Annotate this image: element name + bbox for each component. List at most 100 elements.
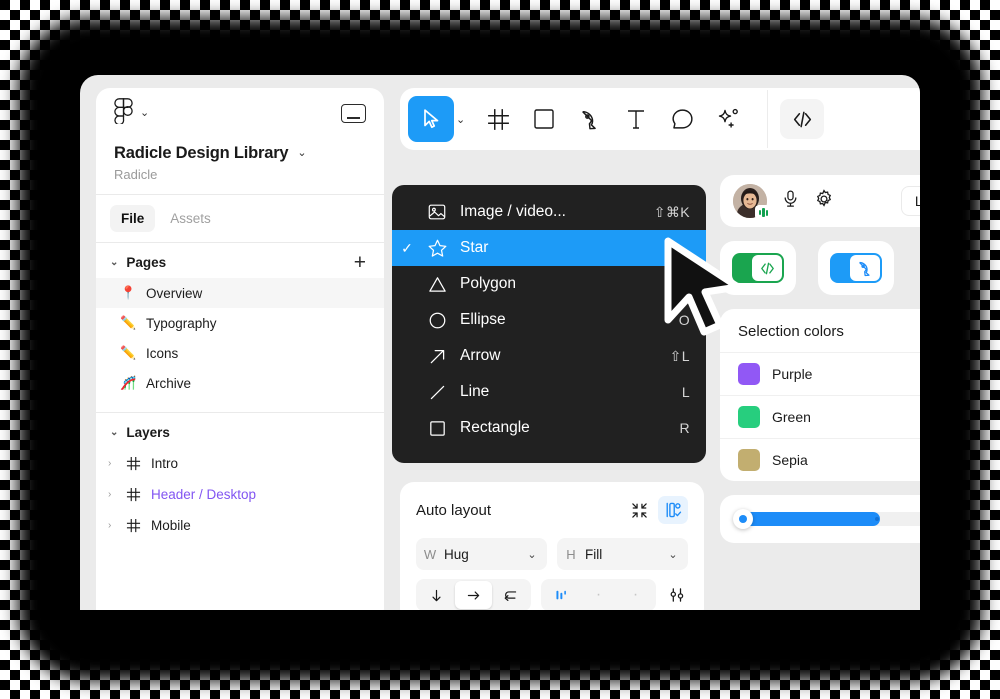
opacity-slider[interactable] — [733, 509, 920, 529]
sidebar-item-typography[interactable]: ✏️ Typography — [96, 308, 384, 338]
arrow-down-icon[interactable] — [418, 581, 455, 609]
sliders-icon[interactable] — [666, 581, 688, 609]
dev-mode-switch[interactable] — [720, 241, 796, 295]
chevron-down-icon: ⌄ — [297, 147, 307, 159]
actions-tool[interactable] — [705, 96, 751, 142]
menu-item-label: Rectangle — [460, 419, 530, 436]
sidebar-item-archive[interactable]: 🎢 Archive — [96, 368, 384, 398]
align-dot-icon[interactable]: · — [580, 581, 617, 609]
wrap-icon[interactable] — [492, 581, 529, 609]
page-label: Archive — [146, 375, 192, 391]
pencil-icon: ✏️ — [120, 345, 137, 360]
pages-section-header: ⌄ Pages + — [96, 243, 384, 278]
design-mode-switch[interactable] — [818, 241, 894, 295]
sidebar-item-overview[interactable]: 📍 Overview — [96, 278, 384, 308]
color-swatch[interactable] — [738, 363, 760, 385]
layer-label: Intro — [151, 456, 179, 471]
menu-item-shortcut: O — [678, 312, 690, 328]
color-row-green[interactable]: Green — [720, 395, 920, 438]
layer-row-intro[interactable]: › Intro — [96, 448, 384, 479]
frame-tool[interactable] — [475, 96, 521, 142]
menu-item-shortcut: R — [679, 420, 690, 436]
arrow-right-icon[interactable] — [455, 581, 492, 609]
height-field[interactable]: H Fill ⌄ — [557, 538, 688, 570]
avatar[interactable] — [733, 184, 772, 220]
width-field[interactable]: W Hug ⌄ — [416, 538, 547, 570]
leave-button[interactable]: Leave — [900, 186, 920, 216]
height-value: Fill — [585, 546, 603, 562]
sidebar-item-icons[interactable]: ✏️ Icons — [96, 338, 384, 368]
chevron-down-icon[interactable]: ⌄ — [110, 257, 118, 268]
code-brackets-icon — [752, 255, 782, 281]
slider-pip — [874, 517, 879, 521]
minimize-window-icon[interactable] — [341, 103, 366, 123]
chevron-down-icon[interactable]: ⌄ — [658, 548, 688, 561]
frame-hash-icon — [126, 487, 141, 502]
menu-item-shortcut: L — [681, 384, 690, 400]
auto-layout-title: Auto layout — [416, 501, 492, 519]
figma-logo-button[interactable]: ⌄ — [114, 97, 150, 129]
layer-row-mobile[interactable]: › Mobile — [96, 510, 384, 541]
presence-bar: Leave — [720, 175, 920, 227]
menu-item-ellipse[interactable]: Ellipse O — [392, 302, 706, 338]
file-name: Radicle Design Library — [114, 144, 289, 162]
mode-toggles — [720, 241, 920, 295]
gear-icon[interactable] — [814, 188, 834, 214]
chevron-right-icon[interactable]: › — [108, 458, 116, 469]
menu-item-label: Ellipse — [460, 311, 506, 328]
selection-colors-panel: Selection colors Purple Green Sepia — [720, 309, 920, 481]
menu-item-shortcut: ⇧L — [669, 347, 690, 364]
add-page-button[interactable]: + — [354, 252, 366, 273]
layout-settings-icon[interactable] — [658, 496, 688, 524]
menu-item-image-video[interactable]: Image / video... ⇧⌘K — [392, 194, 706, 230]
color-row-purple[interactable]: Purple — [720, 352, 920, 395]
chevron-down-icon[interactable]: ⌄ — [110, 427, 118, 438]
color-row-sepia[interactable]: Sepia — [720, 438, 920, 481]
alignment-segmented-control: · · — [541, 579, 656, 610]
page-label: Overview — [146, 285, 203, 301]
collapse-arrows-icon[interactable] — [624, 496, 654, 524]
chevron-down-icon[interactable]: ⌄ — [517, 548, 547, 561]
figma-logo-caret: ⌄ — [140, 106, 150, 119]
color-swatch[interactable] — [738, 406, 760, 428]
width-value: Hug — [444, 546, 469, 562]
width-key: W — [423, 546, 437, 562]
color-swatch[interactable] — [738, 449, 760, 471]
menu-item-arrow[interactable]: Arrow ⇧L — [392, 338, 706, 374]
audio-waveform-badge — [755, 205, 772, 220]
shape-tool[interactable] — [521, 96, 567, 142]
star-icon — [422, 238, 452, 259]
height-key: H — [566, 546, 576, 562]
microphone-icon[interactable] — [781, 189, 800, 213]
dev-mode-toggle[interactable] — [780, 99, 825, 139]
move-tool[interactable] — [408, 96, 454, 142]
comment-tool[interactable] — [659, 96, 705, 142]
tab-assets[interactable]: Assets — [159, 205, 222, 232]
align-distribute-icon[interactable] — [543, 581, 580, 609]
menu-item-line[interactable]: Line L — [392, 374, 706, 410]
figma-app-window: ⌄ Radicle Design Library ⌄ Radicle File … — [80, 75, 920, 610]
file-title-row[interactable]: Radicle Design Library ⌄ — [114, 144, 366, 163]
arrow-icon — [422, 346, 452, 367]
sidebar-header: ⌄ Radicle Design Library ⌄ Radicle — [96, 88, 384, 194]
slider-handle[interactable] — [733, 509, 753, 529]
main-toolbar: ⌄ — [400, 88, 920, 150]
tab-file[interactable]: File — [110, 205, 156, 232]
chevron-down-icon[interactable]: ⌄ — [456, 113, 465, 126]
color-label: Green — [772, 409, 811, 425]
menu-item-label: Image / video... — [460, 203, 566, 220]
chevron-right-icon[interactable]: › — [108, 520, 116, 531]
layer-row-header-desktop[interactable]: › Header / Desktop — [96, 479, 384, 510]
text-tool[interactable] — [613, 96, 659, 142]
menu-item-star[interactable]: ✓ Star — [392, 230, 706, 266]
team-name: Radicle — [114, 167, 158, 182]
menu-item-rectangle[interactable]: Rectangle R — [392, 410, 706, 446]
menu-item-polygon[interactable]: Polygon — [392, 266, 706, 302]
figma-logo-icon — [114, 97, 133, 129]
chevron-right-icon[interactable]: › — [108, 489, 116, 500]
align-dot-icon[interactable]: · — [617, 581, 654, 609]
image-icon — [422, 202, 452, 222]
left-sidebar: ⌄ Radicle Design Library ⌄ Radicle File … — [96, 88, 384, 610]
pen-tool[interactable] — [567, 96, 613, 142]
pin-icon: 📍 — [120, 285, 137, 300]
